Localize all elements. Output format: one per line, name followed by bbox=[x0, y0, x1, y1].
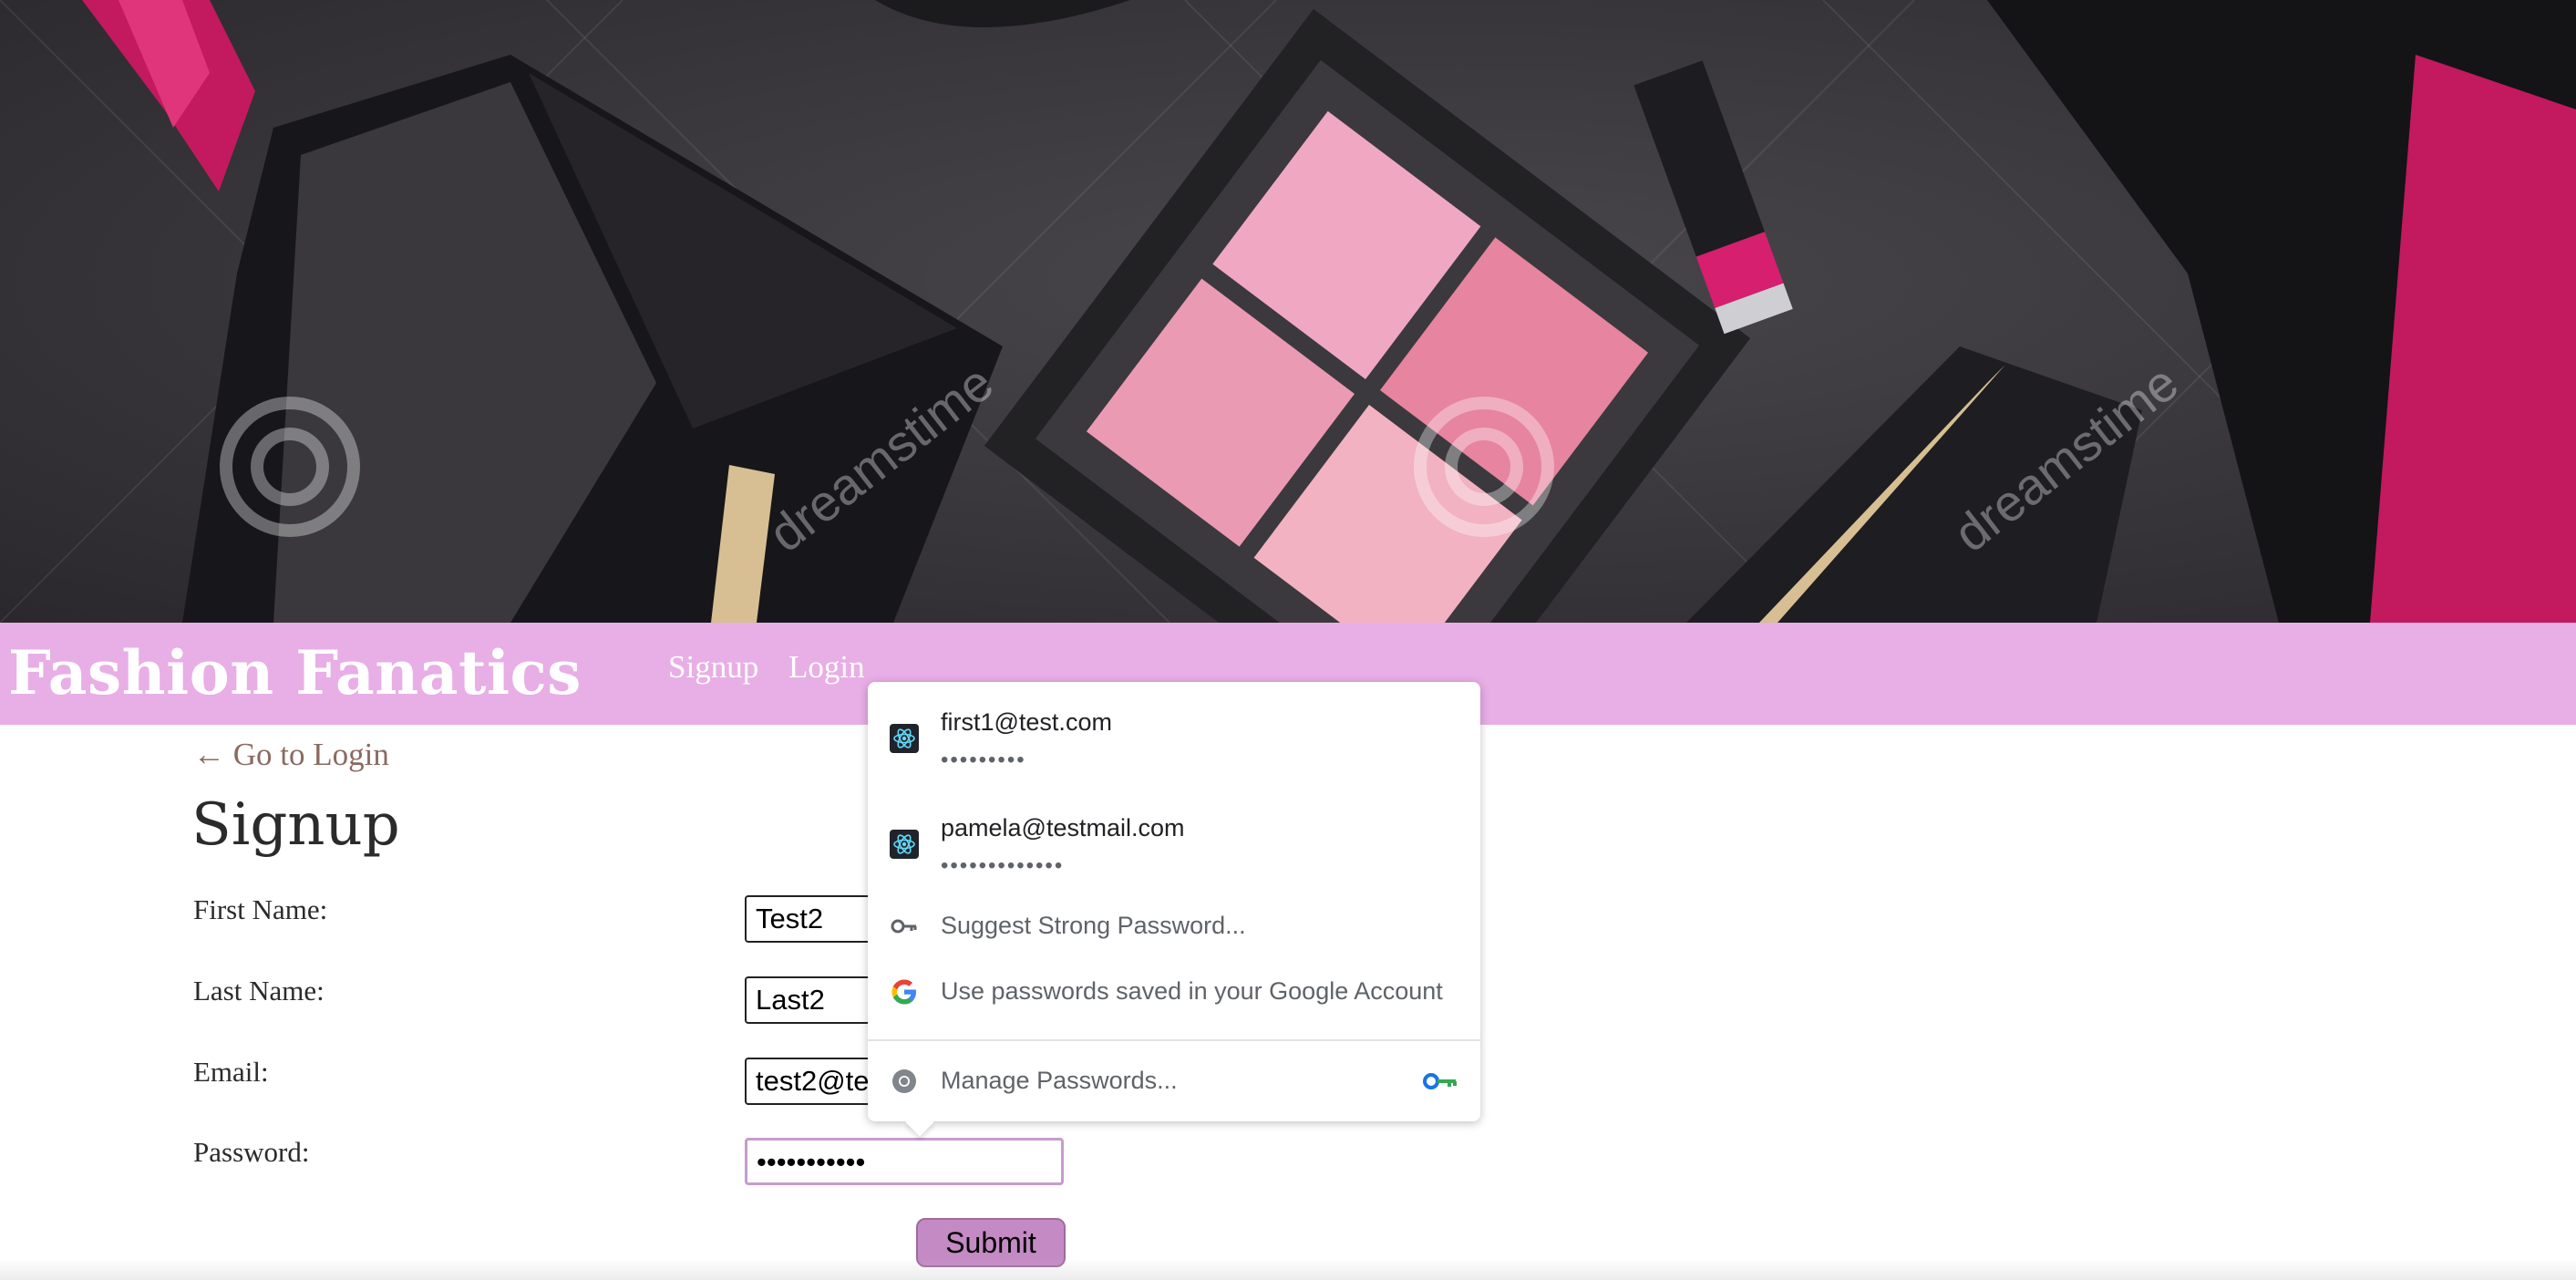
suggest-password-label: Suggest Strong Password... bbox=[941, 912, 1246, 939]
google-icon bbox=[891, 979, 916, 1005]
brand-logo[interactable]: Fashion Fanatics bbox=[8, 637, 582, 708]
hero-illustration bbox=[0, 0, 2576, 623]
password-input[interactable]: ••••••••••• bbox=[745, 1138, 1064, 1185]
react-icon bbox=[890, 724, 919, 753]
saved-password-mask: ••••••••• bbox=[941, 748, 1026, 772]
saved-account-item[interactable]: first1@test.com ••••••••• bbox=[868, 682, 1480, 788]
saved-username: pamela@testmail.com bbox=[941, 814, 1185, 841]
saved-account-item[interactable]: pamela@testmail.com ••••••••••••• bbox=[868, 788, 1480, 893]
password-key-icon bbox=[1423, 1073, 1457, 1089]
saved-password-mask: ••••••••••••• bbox=[941, 853, 1065, 878]
manage-passwords-label: Manage Passwords... bbox=[941, 1067, 1178, 1094]
email-label: Email: bbox=[193, 1056, 269, 1088]
react-icon bbox=[890, 830, 919, 859]
suggest-password-item[interactable]: Suggest Strong Password... bbox=[868, 893, 1480, 959]
go-to-login-link[interactable]: ← Go to Login bbox=[193, 737, 389, 773]
manage-passwords-item[interactable]: Manage Passwords... bbox=[868, 1041, 1480, 1121]
saved-username: first1@test.com bbox=[941, 708, 1112, 736]
nav-signup-link[interactable]: Signup bbox=[668, 649, 758, 686]
first-name-label: First Name: bbox=[193, 893, 328, 925]
key-icon bbox=[891, 919, 917, 934]
password-label: Password: bbox=[193, 1136, 310, 1168]
page-title: Signup bbox=[191, 791, 400, 859]
hero-banner-image: dreamstime dreamstime bbox=[0, 0, 2576, 623]
nav-login-link[interactable]: Login bbox=[788, 649, 865, 686]
bottom-shadow bbox=[0, 1258, 2576, 1280]
chrome-icon bbox=[892, 1069, 916, 1093]
google-account-passwords-label: Use passwords saved in your Google Accou… bbox=[941, 977, 1443, 1005]
last-name-label: Last Name: bbox=[193, 975, 325, 1006]
google-account-passwords-item[interactable]: Use passwords saved in your Google Accou… bbox=[868, 959, 1480, 1025]
password-autofill-popup: first1@test.com ••••••••• pamela@testmai… bbox=[868, 682, 1480, 1137]
